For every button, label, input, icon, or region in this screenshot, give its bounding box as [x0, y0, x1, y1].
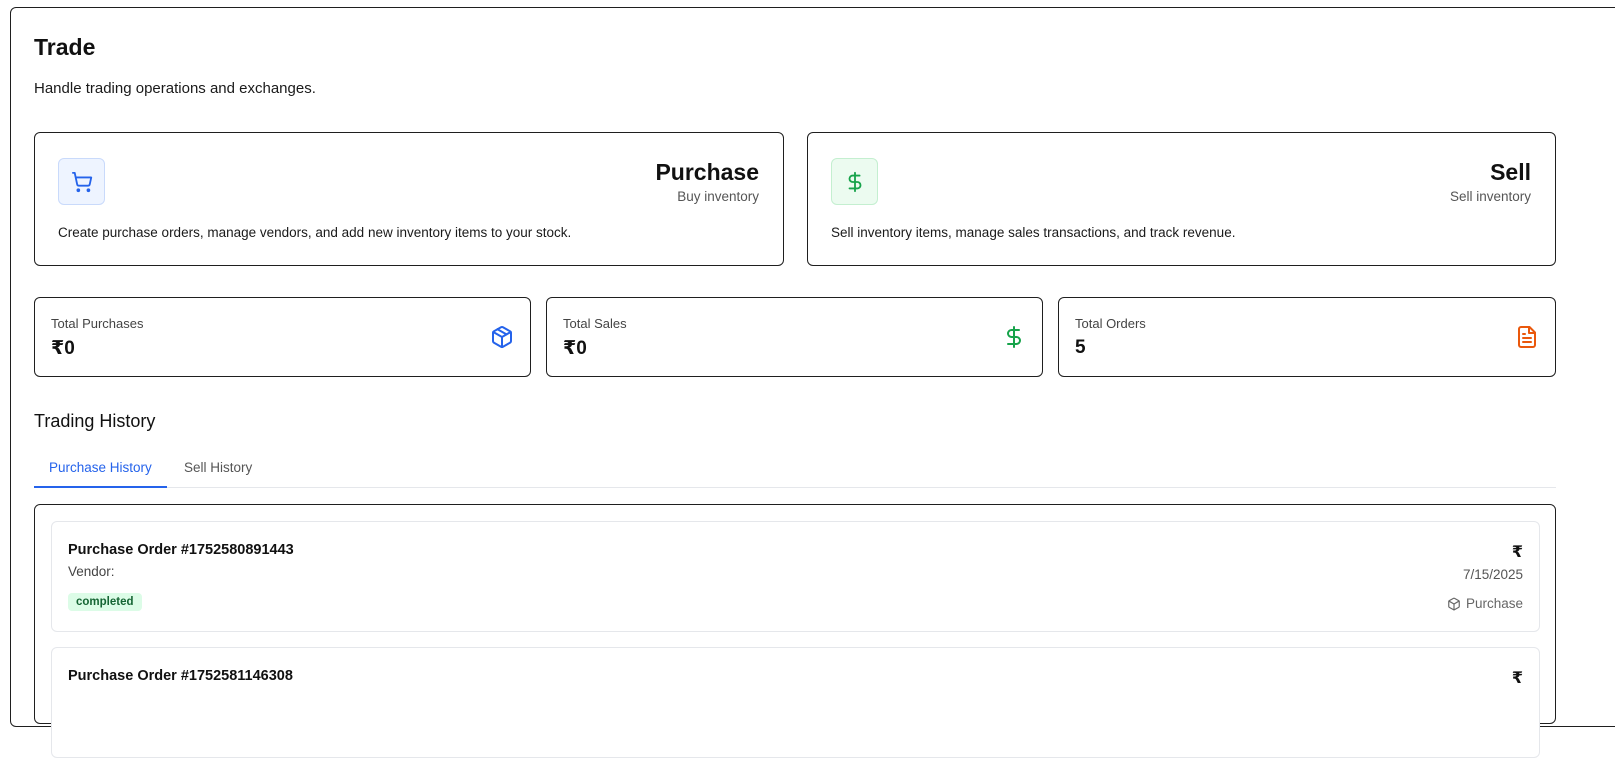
stat-total-orders: Total Orders 5: [1058, 297, 1556, 377]
purchase-card-subtitle: Buy inventory: [677, 189, 759, 205]
stat-value: 5: [1075, 337, 1086, 358]
order-type-label: Purchase: [1465, 596, 1523, 611]
stat-value: ₹0: [563, 338, 587, 359]
order-amount: ₹: [1511, 670, 1523, 687]
tab-purchase-history[interactable]: Purchase History: [34, 448, 167, 488]
order-title: Purchase Order #1752581146308: [68, 668, 293, 684]
stat-value: ₹0: [51, 338, 75, 359]
history-panel: Purchase Order #1752580891443 Vendor: co…: [34, 504, 1556, 758]
purchase-icon-box: [58, 158, 105, 205]
purchase-card[interactable]: Purchase Buy inventory Create purchase o…: [34, 132, 784, 266]
dollar-sign-icon: [1007, 326, 1021, 348]
order-title: Purchase Order #1752580891443: [68, 542, 294, 558]
stat-label: Total Purchases: [51, 316, 144, 331]
sell-card-description: Sell inventory items, manage sales trans…: [831, 225, 1236, 240]
purchase-card-header: Purchase Buy inventory: [655, 159, 759, 205]
sell-icon-box: [831, 158, 878, 205]
page-subtitle: Handle trading operations and exchanges.: [34, 80, 316, 97]
package-icon: [1448, 597, 1460, 610]
dollar-sign-icon: [848, 171, 861, 192]
history-tabs: Purchase History Sell History: [34, 448, 1556, 488]
trading-history-title: Trading History: [34, 411, 156, 431]
sell-card-header: Sell Sell inventory: [1449, 159, 1531, 205]
file-text-icon: [1518, 326, 1536, 348]
tab-sell-history[interactable]: Sell History: [169, 448, 267, 488]
package-icon: [492, 326, 512, 349]
stat-label: Total Sales: [563, 316, 627, 331]
order-card[interactable]: Purchase Order #1752581146308 ₹: [51, 647, 1540, 758]
order-card[interactable]: Purchase Order #1752580891443 Vendor: co…: [51, 521, 1540, 632]
page-title: Trade: [34, 34, 96, 60]
status-badge: completed: [68, 593, 142, 611]
order-date: 7/15/2025: [1462, 567, 1523, 582]
stat-total-purchases: Total Purchases ₹0: [34, 297, 531, 377]
sell-card[interactable]: Sell Sell inventory Sell inventory items…: [807, 132, 1556, 266]
sell-card-subtitle: Sell inventory: [1449, 189, 1531, 205]
order-type: Purchase: [1447, 596, 1523, 611]
shopping-cart-icon: [71, 171, 92, 192]
order-vendor: Vendor:: [68, 564, 115, 579]
order-amount: ₹: [1511, 544, 1523, 561]
purchase-card-title: Purchase: [655, 159, 759, 185]
stat-label: Total Orders: [1075, 316, 1146, 331]
purchase-card-description: Create purchase orders, manage vendors, …: [58, 225, 572, 240]
sell-card-title: Sell: [1490, 159, 1531, 185]
stat-total-sales: Total Sales ₹0: [546, 297, 1043, 377]
